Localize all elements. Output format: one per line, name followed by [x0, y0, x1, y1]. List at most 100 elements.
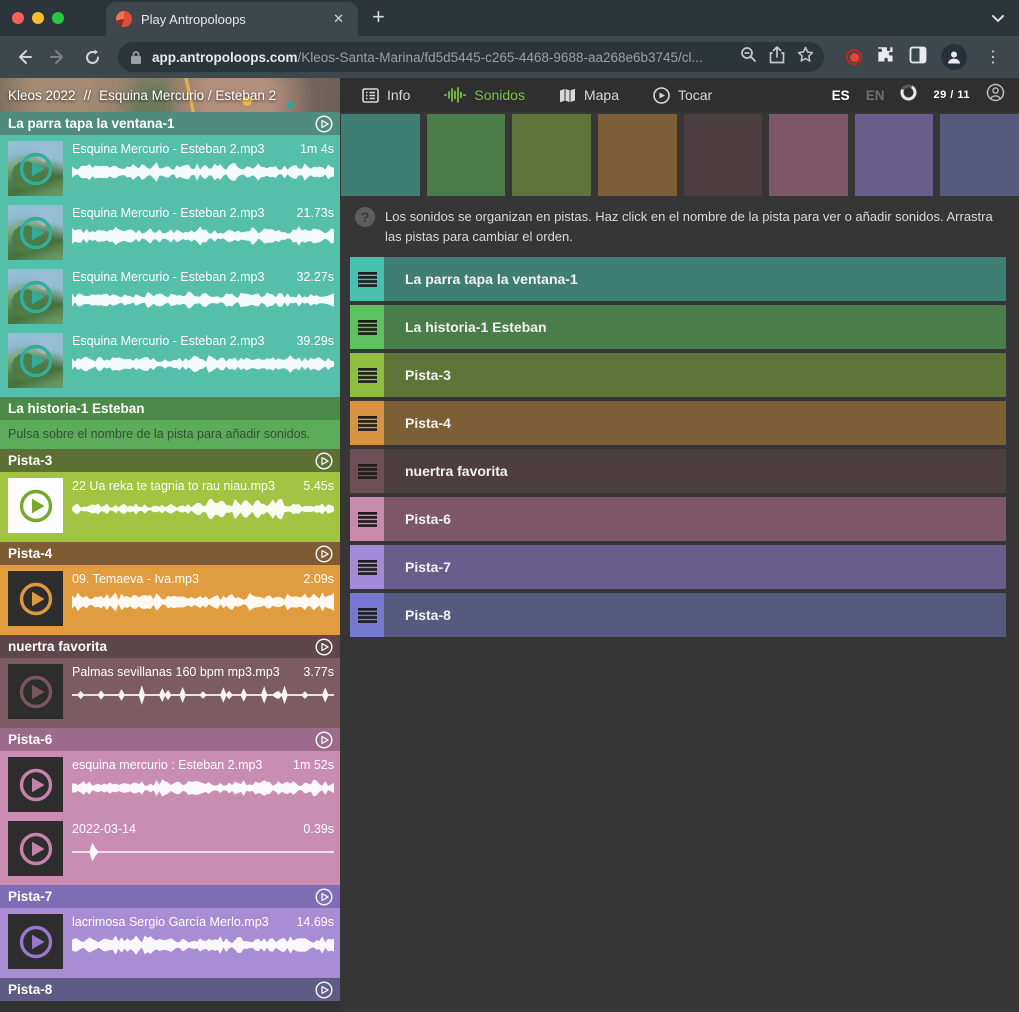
audio-clip[interactable]: Esquina Mercurio - Esteban 2.mp31m 4s — [0, 135, 340, 199]
clip-waveform[interactable] — [72, 839, 334, 865]
audio-clip[interactable]: esquina mercurio : Esteban 2.mp31m 52s — [0, 751, 340, 815]
drag-handle[interactable] — [350, 545, 384, 589]
track-header[interactable]: La parra tapa la ventana-1 — [0, 112, 340, 135]
clip-thumbnail[interactable] — [8, 757, 63, 812]
audio-clip[interactable]: 09. Temaeva - Iva.mp32.09s — [0, 565, 340, 629]
side-panel-icon[interactable] — [909, 46, 927, 69]
clip-duration: 2.09s — [303, 572, 334, 586]
clip-play-icon[interactable] — [18, 279, 54, 315]
track-play-button[interactable] — [315, 638, 333, 656]
clip-thumbnail[interactable] — [8, 571, 63, 626]
track-row[interactable]: Pista-7 — [350, 545, 1006, 589]
audio-clip[interactable]: Palmas sevillanas 160 bpm mp3.mp33.77s — [0, 658, 340, 722]
track-row[interactable]: nuertra favorita — [350, 449, 1006, 493]
browser-menu-icon[interactable]: ⋮ — [981, 47, 1005, 67]
window-zoom-button[interactable] — [52, 12, 64, 24]
forward-button[interactable] — [44, 43, 72, 71]
track-play-button[interactable] — [315, 981, 333, 999]
clip-thumbnail[interactable] — [8, 478, 63, 533]
track-row[interactable]: Pista-3 — [350, 353, 1006, 397]
zoom-out-icon[interactable] — [740, 46, 757, 68]
new-tab-button[interactable]: + — [358, 4, 399, 36]
audio-clip[interactable]: Esquina Mercurio - Esteban 2.mp339.29s — [0, 327, 340, 391]
tab-close-icon[interactable]: ✕ — [329, 9, 348, 29]
clip-thumbnail[interactable] — [8, 269, 63, 324]
extensions-puzzle-icon[interactable] — [876, 45, 895, 69]
language-es-button[interactable]: ES — [832, 88, 850, 103]
track-row[interactable]: La parra tapa la ventana-1 — [350, 257, 1006, 301]
clip-play-icon[interactable] — [18, 581, 54, 617]
url-bar[interactable]: app.antropoloops.com/Kleos-Santa-Marina/… — [118, 42, 824, 72]
tab-info[interactable]: Info — [362, 87, 410, 103]
track-play-button[interactable] — [315, 545, 333, 563]
track-row[interactable]: La historia-1 Esteban — [350, 305, 1006, 349]
clip-play-icon[interactable] — [18, 924, 54, 960]
track-play-button[interactable] — [315, 115, 333, 133]
clip-thumbnail[interactable] — [8, 821, 63, 876]
drag-handle[interactable] — [350, 449, 384, 493]
tab-search-chevron-icon[interactable] — [991, 10, 1005, 28]
clip-thumbnail[interactable] — [8, 141, 63, 196]
clip-waveform[interactable] — [72, 932, 334, 958]
track-header[interactable]: Pista-4 — [0, 542, 340, 565]
drag-handle[interactable] — [350, 353, 384, 397]
profile-avatar[interactable] — [941, 44, 967, 70]
clip-waveform[interactable] — [72, 496, 334, 522]
clip-waveform[interactable] — [72, 351, 334, 377]
clip-play-icon[interactable] — [18, 767, 54, 803]
track-header[interactable]: Pista-3 — [0, 449, 340, 472]
drag-handle[interactable] — [350, 401, 384, 445]
drag-handle[interactable] — [350, 305, 384, 349]
user-account-icon[interactable] — [986, 83, 1005, 107]
clip-waveform[interactable] — [72, 159, 334, 185]
track-row[interactable]: Pista-6 — [350, 497, 1006, 541]
reload-button[interactable] — [78, 43, 106, 71]
audio-clip[interactable]: lacrimosa Sergio García Merlo.mp314.69s — [0, 908, 340, 972]
track-play-button[interactable] — [315, 888, 333, 906]
tab-sonidos[interactable]: Sonidos — [444, 87, 525, 103]
bookmark-star-icon[interactable] — [797, 46, 814, 68]
share-icon[interactable] — [769, 46, 785, 69]
drag-handle[interactable] — [350, 497, 384, 541]
clip-waveform[interactable] — [72, 589, 334, 615]
clip-play-icon[interactable] — [18, 215, 54, 251]
clip-waveform[interactable] — [72, 682, 334, 708]
clip-play-icon[interactable] — [18, 488, 54, 524]
audio-clip[interactable]: 2022-03-140.39s — [0, 815, 340, 879]
track-play-button[interactable] — [315, 452, 333, 470]
recording-indicator-icon[interactable] — [846, 49, 862, 65]
track-header[interactable]: Pista-7 — [0, 885, 340, 908]
clip-play-icon[interactable] — [18, 831, 54, 867]
drag-handle[interactable] — [350, 593, 384, 637]
clip-waveform[interactable] — [72, 223, 334, 249]
clip-play-icon[interactable] — [18, 151, 54, 187]
track-header[interactable]: Pista-8 — [0, 978, 340, 1001]
tab-mapa[interactable]: Mapa — [559, 87, 619, 103]
clip-thumbnail[interactable] — [8, 205, 63, 260]
tab-tocar[interactable]: Tocar — [653, 87, 712, 104]
track-header[interactable]: La historia-1 Esteban — [0, 397, 340, 420]
clip-play-icon[interactable] — [18, 343, 54, 379]
audio-clip[interactable]: Esquina Mercurio - Esteban 2.mp332.27s — [0, 263, 340, 327]
back-button[interactable] — [10, 43, 38, 71]
audio-clip[interactable]: Esquina Mercurio - Esteban 2.mp321.73s — [0, 199, 340, 263]
track-header[interactable]: nuertra favorita — [0, 635, 340, 658]
track-play-button[interactable] — [315, 731, 333, 749]
window-minimize-button[interactable] — [32, 12, 44, 24]
clip-name: lacrimosa Sergio García Merlo.mp3 — [72, 915, 269, 929]
track-header[interactable]: Pista-6 — [0, 728, 340, 751]
browser-tab[interactable]: Play Antropoloops ✕ — [106, 2, 358, 36]
clip-play-icon[interactable] — [18, 674, 54, 710]
drag-handle[interactable] — [350, 257, 384, 301]
clip-waveform[interactable] — [72, 287, 334, 313]
track-row[interactable]: Pista-8 — [350, 593, 1006, 637]
clip-thumbnail[interactable] — [8, 333, 63, 388]
clip-waveform[interactable] — [72, 775, 334, 801]
audio-clip[interactable]: 22 Ua reka te tagnia to rau niau.mp35.45… — [0, 472, 340, 536]
language-en-button[interactable]: EN — [866, 88, 885, 103]
track-row[interactable]: Pista-4 — [350, 401, 1006, 445]
clip-thumbnail[interactable] — [8, 664, 63, 719]
clip-thumbnail[interactable] — [8, 914, 63, 969]
window-close-button[interactable] — [12, 12, 24, 24]
track-row-label: Pista-3 — [384, 353, 451, 397]
